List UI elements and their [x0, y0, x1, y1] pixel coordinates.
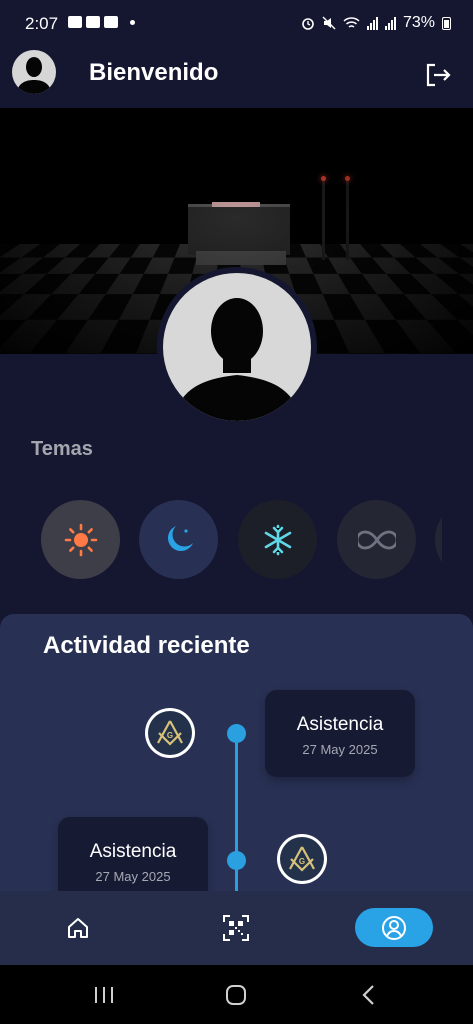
- theme-infinity-button[interactable]: [337, 500, 416, 579]
- back-icon: [362, 985, 374, 1005]
- system-navigation-bar: [0, 965, 473, 1024]
- signal-icon: [366, 16, 378, 30]
- masonic-emblem-icon: G: [145, 708, 195, 758]
- signal-icon: [384, 16, 396, 30]
- recent-activity-panel: Actividad reciente G Asistencia 27 May 2…: [0, 614, 473, 914]
- masonic-emblem-icon: G: [277, 834, 327, 884]
- profile-avatar-inner: [163, 273, 311, 421]
- square-compass-icon: G: [289, 846, 315, 872]
- section-title: Actividad reciente: [43, 632, 250, 659]
- back-button[interactable]: [349, 979, 389, 1011]
- alarm-icon: [302, 18, 314, 30]
- status-bar: 2:07 73%: [0, 0, 473, 48]
- timeline-dot: [227, 851, 246, 870]
- timeline-line: [235, 732, 238, 914]
- battery-icon: [442, 16, 451, 30]
- event-title: Asistencia: [296, 714, 384, 735]
- bottom-navigation: [0, 891, 473, 965]
- activity-event-card[interactable]: Asistencia 27 May 2025: [265, 690, 415, 777]
- nav-qr[interactable]: [216, 908, 256, 948]
- theme-snow-button[interactable]: [238, 500, 317, 579]
- gallery-icon: [68, 16, 82, 28]
- theme-dark-button[interactable]: [139, 500, 218, 579]
- nav-home[interactable]: [58, 908, 98, 948]
- theme-selector: [41, 500, 442, 580]
- theme-light-button[interactable]: [41, 500, 120, 579]
- event-date: 27 May 2025: [95, 869, 171, 884]
- notification-icons: [68, 16, 135, 28]
- timeline-dot: [227, 724, 246, 743]
- infinity-icon: [357, 530, 396, 549]
- youtube-icon: [86, 16, 100, 28]
- recent-apps-button[interactable]: [84, 979, 124, 1011]
- user-silhouette-icon: [173, 298, 301, 421]
- emblem-inner: G: [148, 711, 192, 755]
- page-title: Bienvenido: [89, 59, 219, 86]
- dot-icon: [130, 19, 135, 25]
- theme-more-button[interactable]: [435, 500, 442, 579]
- event-date: 27 May 2025: [302, 742, 378, 757]
- emblem-inner: G: [280, 837, 324, 881]
- nav-profile[interactable]: [355, 908, 433, 947]
- home-icon: [68, 918, 88, 938]
- user-silhouette-icon: [16, 57, 52, 94]
- svg-text:G: G: [167, 731, 173, 740]
- profile-icon: [382, 915, 406, 940]
- system-icons: 73%: [301, 14, 451, 32]
- battery-percent: 73%: [402, 14, 435, 31]
- snowflake-icon: [264, 524, 291, 555]
- header-avatar[interactable]: [12, 50, 56, 94]
- profile-avatar[interactable]: [157, 267, 317, 427]
- logout-icon[interactable]: [423, 60, 453, 90]
- themes-label: Temas: [31, 438, 93, 460]
- event-title: Asistencia: [89, 841, 177, 862]
- svg-text:G: G: [299, 857, 305, 866]
- recent-apps-icon: [95, 987, 113, 1003]
- app-header: Bienvenido: [0, 48, 473, 108]
- moon-icon: [167, 525, 193, 551]
- home-button[interactable]: [216, 979, 256, 1011]
- home-circle-icon: [226, 985, 246, 1005]
- status-time: 2:07: [25, 14, 59, 33]
- mute-icon: [322, 16, 336, 30]
- qr-scan-icon: [223, 915, 249, 941]
- sun-icon: [64, 523, 97, 556]
- wifi-icon: [343, 17, 360, 28]
- youtube-icon: [104, 16, 118, 28]
- square-compass-icon: G: [157, 720, 183, 746]
